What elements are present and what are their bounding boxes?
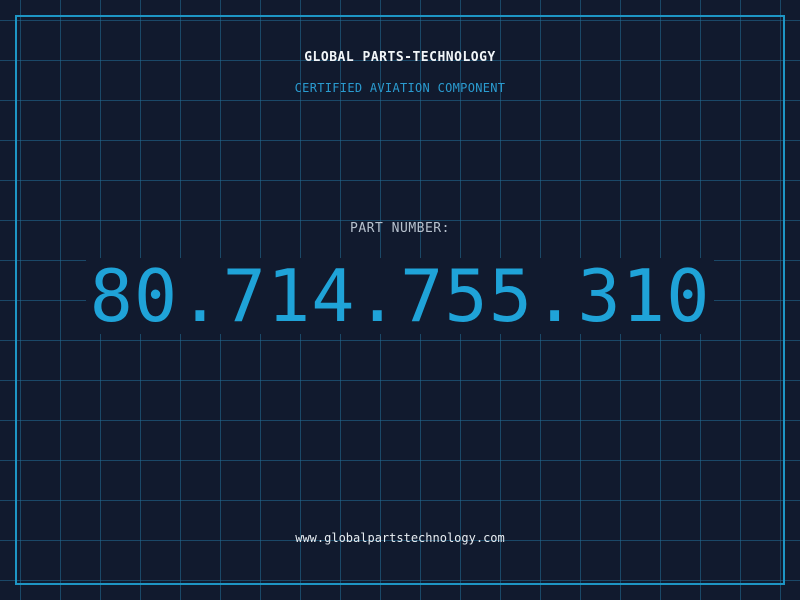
certification-subtitle: CERTIFIED AVIATION COMPONENT <box>294 81 506 95</box>
part-number-container: 80.714.755.310 <box>0 258 800 334</box>
website-url: www.globalpartstechnology.com <box>295 531 505 545</box>
company-name: GLOBAL PARTS-TECHNOLOGY <box>304 50 496 65</box>
label-card: GLOBAL PARTS-TECHNOLOGY CERTIFIED AVIATI… <box>0 0 800 600</box>
part-number-value: 80.714.755.310 <box>85 258 715 334</box>
part-number-label: PART NUMBER: <box>350 221 450 236</box>
